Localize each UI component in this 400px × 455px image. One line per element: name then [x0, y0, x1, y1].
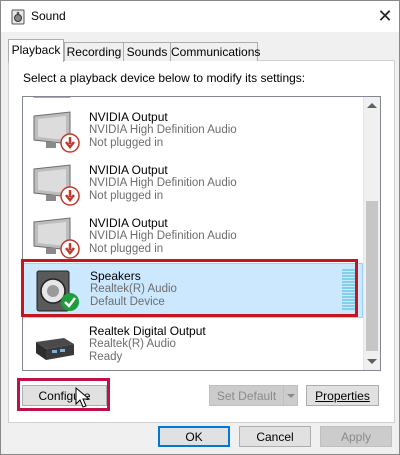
tab-recording[interactable]: Recording — [64, 42, 124, 61]
device-driver: NVIDIA High Definition Audio — [89, 230, 237, 242]
device-status: Not plugged in — [89, 243, 164, 255]
device-name: Realtek Digital Output — [89, 324, 206, 338]
list-item[interactable] — [23, 97, 363, 105]
properties-label: Properties — [315, 389, 370, 403]
device-name: NVIDIA Output — [89, 110, 168, 124]
list-item[interactable]: NVIDIA Output NVIDIA High Definition Aud… — [23, 158, 363, 211]
device-driver: Realtek(R) Audio — [89, 338, 176, 350]
speaker-app-icon — [11, 9, 25, 25]
set-default-dropdown-icon[interactable] — [283, 385, 298, 406]
cancel-button[interactable]: Cancel — [239, 426, 311, 447]
device-driver: NVIDIA High Definition Audio — [89, 124, 237, 136]
list-item[interactable]: NVIDIA Output NVIDIA High Definition Aud… — [23, 105, 363, 158]
properties-button[interactable]: Properties — [306, 385, 379, 406]
set-default-button[interactable]: Set Default — [209, 385, 284, 406]
monitor-icon — [33, 97, 71, 98]
selection-highlight-annotation — [21, 259, 358, 317]
device-list[interactable]: NVIDIA Output NVIDIA High Definition Aud… — [22, 96, 381, 371]
scroll-up-icon[interactable] — [367, 103, 377, 108]
close-icon[interactable]: ✕ — [373, 4, 397, 28]
scroll-down-icon[interactable] — [367, 359, 377, 364]
apply-button[interactable]: Apply — [320, 426, 392, 447]
unplugged-badge-icon — [60, 239, 80, 259]
list-item[interactable]: NVIDIA Output NVIDIA High Definition Aud… — [23, 211, 363, 264]
scroll-thumb[interactable] — [366, 201, 378, 351]
device-name: NVIDIA Output — [89, 216, 168, 230]
ok-button[interactable]: OK — [158, 426, 230, 447]
apply-label: Apply — [340, 430, 372, 444]
unplugged-badge-icon — [60, 186, 80, 206]
mouse-cursor-icon — [75, 387, 91, 408]
device-status: Not plugged in — [89, 190, 164, 202]
unplugged-badge-icon — [60, 133, 80, 153]
instruction-text: Select a playback device below to modify… — [23, 71, 306, 85]
list-scrollbar[interactable] — [363, 97, 380, 370]
ok-label: OK — [185, 430, 203, 444]
device-name: NVIDIA Output — [89, 163, 168, 177]
device-status: Ready — [89, 351, 123, 363]
device-status: Not plugged in — [89, 137, 164, 149]
title-bar: Sound ✕ — [1, 1, 399, 32]
digital-output-icon — [36, 338, 74, 360]
set-default-label: Set Default — [216, 389, 277, 403]
sound-dialog: Sound ✕ Playback Recording Sounds Commun… — [0, 0, 400, 455]
tab-playback[interactable]: Playback — [8, 39, 64, 62]
window-title: Sound — [31, 9, 66, 23]
tab-communications[interactable]: Communications — [170, 42, 260, 61]
device-driver: NVIDIA High Definition Audio — [89, 177, 237, 189]
tab-sounds[interactable]: Sounds — [123, 42, 171, 61]
configure-button[interactable]: Configure — [22, 385, 107, 406]
list-item[interactable]: Realtek Digital Output Realtek(R) Audio … — [23, 319, 363, 370]
cancel-label: Cancel — [256, 430, 294, 444]
